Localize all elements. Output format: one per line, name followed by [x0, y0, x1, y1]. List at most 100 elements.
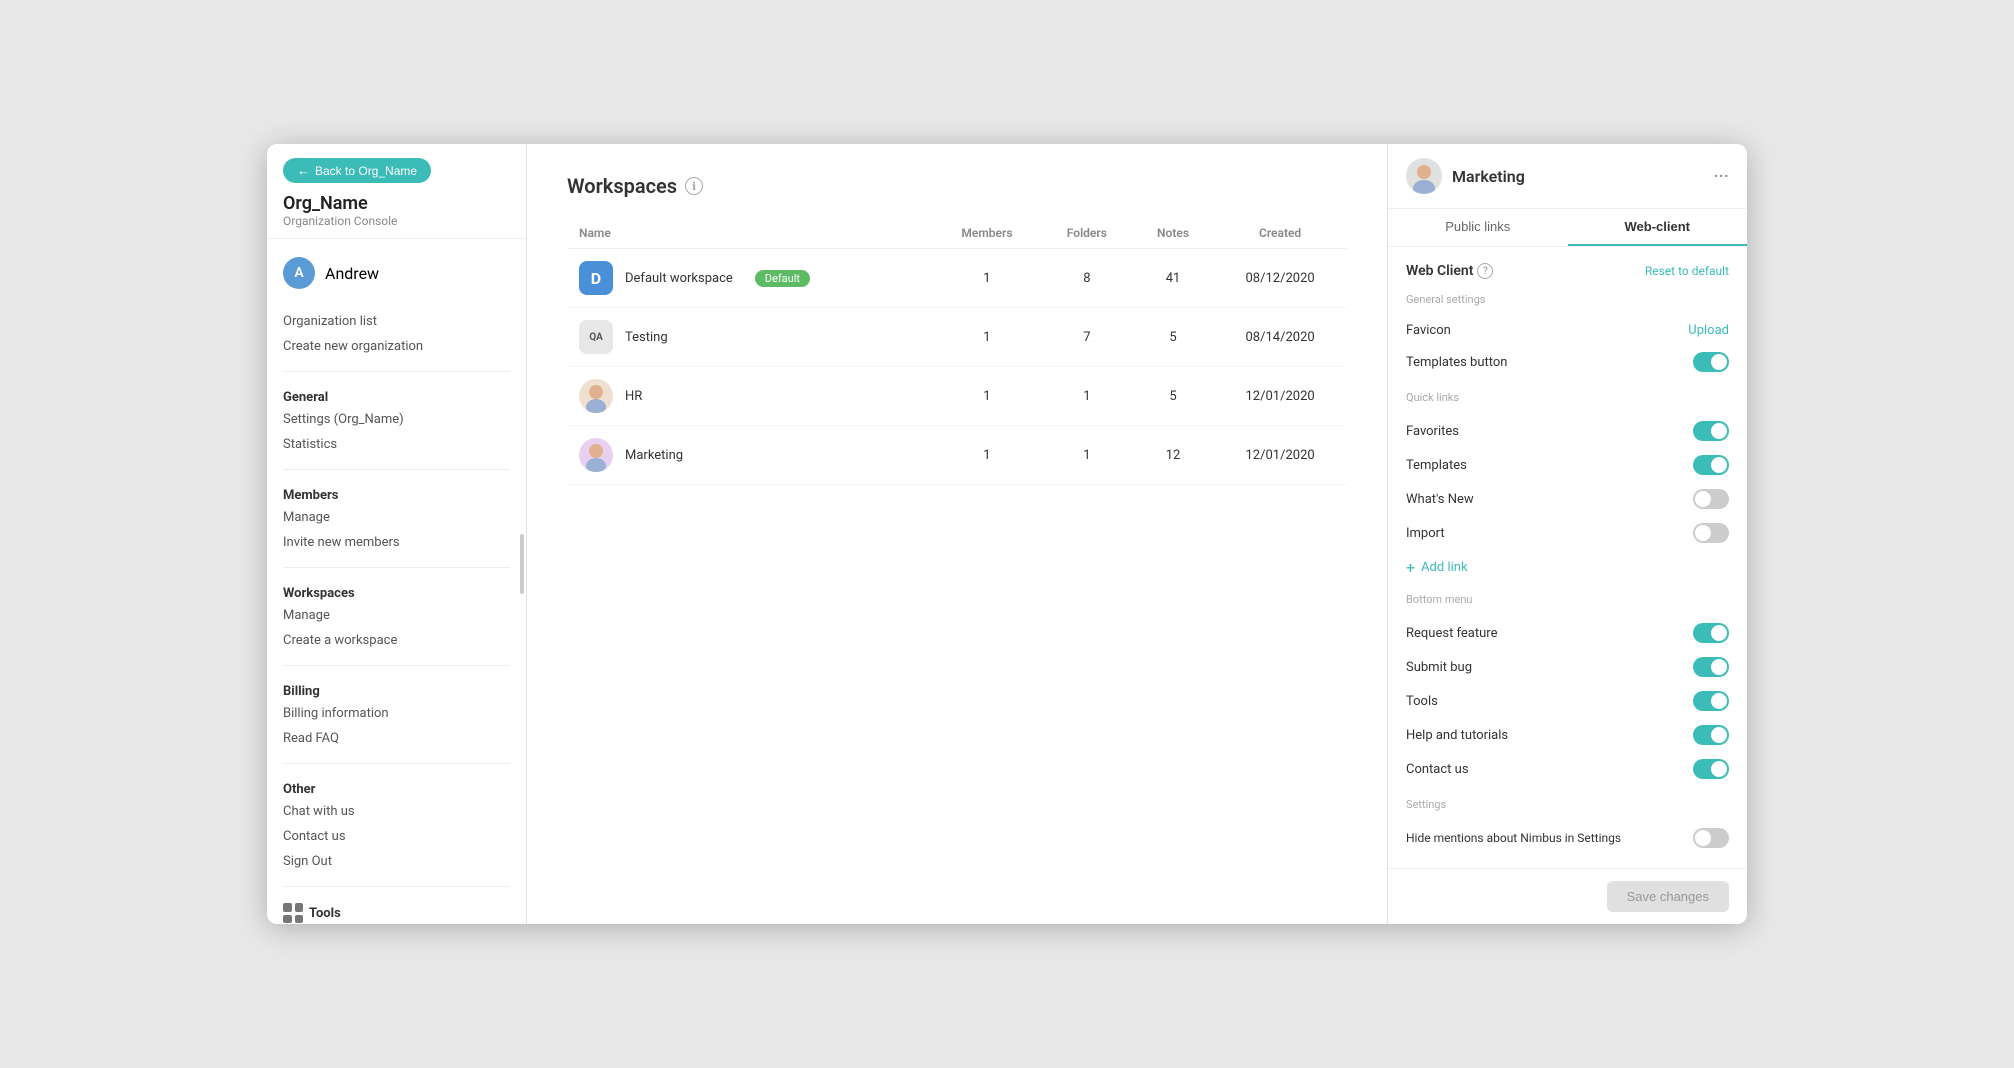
info-icon[interactable]: ℹ: [685, 177, 703, 195]
add-link-row[interactable]: + Add link: [1406, 550, 1729, 585]
divider-2: [283, 469, 510, 470]
settings-section-label: Settings: [1406, 798, 1729, 811]
right-panel-footer: Save changes: [1388, 868, 1747, 924]
bottom-menu-label-tools: Tools: [1406, 694, 1438, 709]
workspaces-header: Workspaces ℹ: [567, 174, 1347, 198]
table-row[interactable]: HR 1 1 5 12/01/2020: [567, 367, 1347, 426]
toggle-request-feature[interactable]: [1693, 623, 1729, 643]
workspace-folders: 1: [1041, 367, 1133, 426]
workspace-name: Default workspace: [625, 271, 733, 286]
section-title-workspaces: Workspaces: [267, 580, 526, 603]
quick-link-row-templates: Templates: [1406, 448, 1729, 482]
favicon-label: Favicon: [1406, 323, 1451, 338]
sidebar-item-manage-members[interactable]: Manage: [267, 505, 526, 530]
quick-link-label-whats-new: What's New: [1406, 492, 1474, 507]
divider-4: [283, 665, 510, 666]
toggle-hide-mentions[interactable]: [1693, 828, 1729, 848]
toggle-tools[interactable]: [1693, 691, 1729, 711]
right-panel-header: Marketing ···: [1388, 144, 1747, 209]
toggle-help-tutorials[interactable]: [1693, 725, 1729, 745]
general-settings-label: General settings: [1406, 293, 1729, 306]
quick-link-row-whats-new: What's New: [1406, 482, 1729, 516]
sidebar-scroll: A Andrew Organization list Create new or…: [267, 239, 526, 924]
workspace-name: Testing: [625, 330, 668, 345]
section-title-other: Other: [267, 776, 526, 799]
bottom-menu-label-submit-bug: Submit bug: [1406, 660, 1472, 675]
table-row[interactable]: D Default workspace Default 1 8 41 08/12…: [567, 249, 1347, 308]
user-name: Andrew: [325, 264, 379, 283]
sidebar: Back to Org_Name Org_Name Organization C…: [267, 144, 527, 924]
quick-link-row-import: Import: [1406, 516, 1729, 550]
favicon-row: Favicon Upload: [1406, 316, 1729, 345]
bottom-menu-label-help-tutorials: Help and tutorials: [1406, 728, 1508, 743]
workspace-notes: 12: [1133, 426, 1213, 485]
section-title-billing: Billing: [267, 678, 526, 701]
workspace-created: 08/14/2020: [1213, 308, 1347, 367]
table-row[interactable]: QA Testing 1 7 5 08/14/2020: [567, 308, 1347, 367]
workspace-created: 08/12/2020: [1213, 249, 1347, 308]
section-title-general: General: [267, 384, 526, 407]
sidebar-item-create-workspace[interactable]: Create a workspace: [267, 628, 526, 653]
settings-label-hide-mentions: Hide mentions about Nimbus in Settings: [1406, 830, 1621, 847]
templates-button-label: Templates button: [1406, 355, 1507, 370]
sidebar-item-org-list[interactable]: Organization list: [267, 309, 526, 334]
workspace-folders: 8: [1041, 249, 1133, 308]
workspace-members: 1: [933, 426, 1041, 485]
sidebar-item-manage-workspaces[interactable]: Manage: [267, 603, 526, 628]
web-client-header: Web Client ? Reset to default: [1406, 263, 1729, 279]
sidebar-item-invite-members[interactable]: Invite new members: [267, 530, 526, 555]
workspace-notes: 5: [1133, 367, 1213, 426]
toggle-templates[interactable]: [1693, 455, 1729, 475]
workspace-name: Marketing: [625, 448, 683, 463]
avatar: A: [283, 257, 315, 289]
tab-web-client[interactable]: Web-client: [1568, 209, 1748, 246]
toggle-contact-us[interactable]: [1693, 759, 1729, 779]
sidebar-item-contact[interactable]: Contact us: [267, 824, 526, 849]
tab-public-links[interactable]: Public links: [1388, 209, 1568, 246]
web-client-info-icon[interactable]: ?: [1477, 263, 1493, 279]
sidebar-item-create-org[interactable]: Create new organization: [267, 334, 526, 359]
bottom-menu-row-submit-bug: Submit bug: [1406, 650, 1729, 684]
toggle-favorites[interactable]: [1693, 421, 1729, 441]
toggle-whats-new[interactable]: [1693, 489, 1729, 509]
workspaces-table: Name Members Folders Notes Created D Def…: [567, 218, 1347, 485]
workspace-folders: 1: [1041, 426, 1133, 485]
quick-links-label: Quick links: [1406, 391, 1729, 404]
panel-title: Marketing: [1452, 167, 1525, 186]
settings-container: Hide mentions about Nimbus in Settings: [1406, 821, 1729, 855]
sidebar-item-read-faq[interactable]: Read FAQ: [267, 726, 526, 751]
workspace-created: 12/01/2020: [1213, 367, 1347, 426]
panel-title-area: Marketing: [1406, 158, 1525, 194]
sidebar-item-chat[interactable]: Chat with us: [267, 799, 526, 824]
bottom-menu-label-contact-us: Contact us: [1406, 762, 1469, 777]
quick-link-label-favorites: Favorites: [1406, 424, 1459, 439]
templates-button-toggle[interactable]: [1693, 352, 1729, 372]
workspace-notes: 5: [1133, 308, 1213, 367]
save-changes-button[interactable]: Save changes: [1607, 881, 1729, 912]
more-options-icon[interactable]: ···: [1713, 164, 1729, 188]
col-created: Created: [1213, 218, 1347, 249]
sidebar-item-settings[interactable]: Settings (Org_Name): [267, 407, 526, 432]
toggle-import[interactable]: [1693, 523, 1729, 543]
table-row[interactable]: Marketing 1 1 12 12/01/2020: [567, 426, 1347, 485]
sidebar-header: Back to Org_Name Org_Name Organization C…: [267, 144, 526, 239]
sidebar-item-sign-out[interactable]: Sign Out: [267, 849, 526, 874]
col-folders: Folders: [1041, 218, 1133, 249]
add-link-label: Add link: [1421, 560, 1467, 575]
workspaces-title: Workspaces: [567, 174, 677, 198]
favicon-upload-link[interactable]: Upload: [1688, 323, 1729, 338]
web-client-label: Web Client ?: [1406, 263, 1493, 279]
sidebar-item-statistics[interactable]: Statistics: [267, 432, 526, 457]
sidebar-user: A Andrew: [267, 249, 526, 297]
bottom-menu-row-tools: Tools: [1406, 684, 1729, 718]
right-panel-body: Web Client ? Reset to default General se…: [1388, 247, 1747, 868]
toggle-submit-bug[interactable]: [1693, 657, 1729, 677]
back-button[interactable]: Back to Org_Name: [283, 158, 431, 183]
sidebar-item-billing-info[interactable]: Billing information: [267, 701, 526, 726]
sidebar-section-billing: Billing Billing information Read FAQ: [267, 674, 526, 755]
workspace-name: HR: [625, 389, 642, 404]
quick-link-label-templates: Templates: [1406, 458, 1467, 473]
quick-link-label-import: Import: [1406, 526, 1445, 541]
workspace-created: 12/01/2020: [1213, 426, 1347, 485]
reset-default-link[interactable]: Reset to default: [1645, 264, 1729, 278]
